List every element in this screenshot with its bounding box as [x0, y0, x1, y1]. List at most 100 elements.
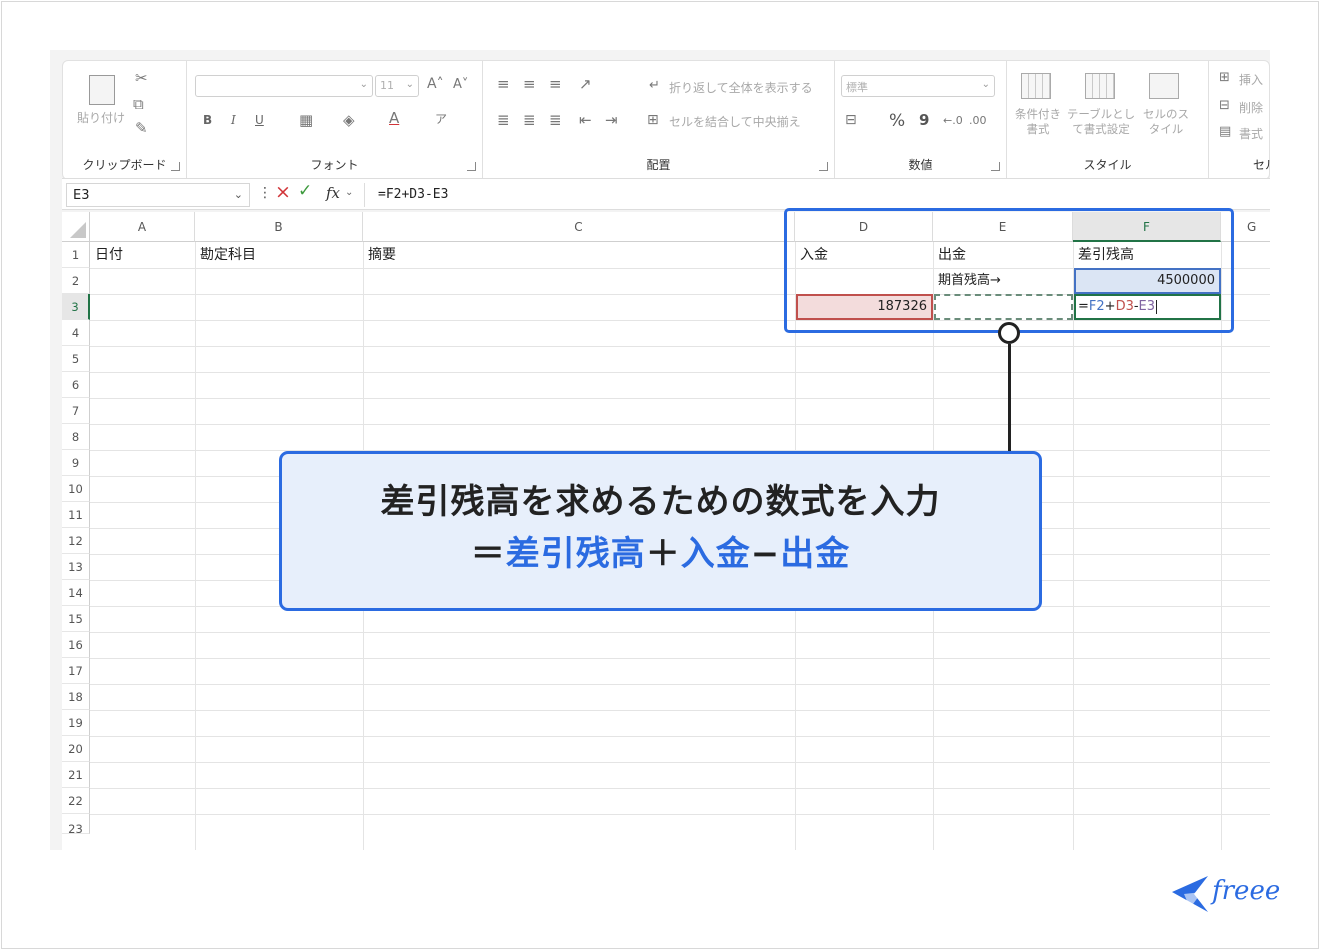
paste-icon[interactable]: [89, 75, 115, 105]
gridline: [90, 372, 1270, 373]
comma-button[interactable]: 9: [919, 111, 929, 129]
freee-logo-text: freee: [1212, 876, 1281, 906]
increase-indent-icon[interactable]: ⇥: [605, 113, 618, 128]
fx-chevron-icon[interactable]: ⌄: [345, 187, 353, 198]
delete-cells-icon[interactable]: ⊟: [1219, 99, 1230, 112]
cell-b1[interactable]: 勘定科目: [196, 242, 363, 268]
enter-icon[interactable]: ✓: [298, 183, 312, 200]
row-header[interactable]: 4: [62, 320, 90, 346]
row-header[interactable]: 10: [62, 476, 90, 502]
align-left-icon[interactable]: ≣: [497, 113, 510, 128]
row-header[interactable]: 23: [62, 814, 90, 834]
copy-icon[interactable]: ⧉: [133, 97, 144, 112]
column-header-b[interactable]: B: [195, 212, 363, 242]
cut-icon[interactable]: ✂: [135, 71, 148, 86]
gridline: [90, 346, 1270, 347]
cell-styles-icon[interactable]: [1149, 73, 1179, 99]
increase-decimal-icon[interactable]: ←.0: [943, 115, 963, 126]
name-box[interactable]: E3 ⌄: [66, 183, 250, 207]
phonetic-icon[interactable]: ア: [435, 113, 447, 125]
font-launcher-icon[interactable]: [467, 162, 476, 171]
select-all-corner[interactable]: [62, 212, 90, 242]
font-color-icon[interactable]: A: [389, 111, 399, 126]
italic-button[interactable]: I: [231, 113, 236, 127]
format-painter-icon[interactable]: ✎: [135, 121, 148, 136]
row-header-selected[interactable]: 3: [62, 294, 90, 320]
currency-icon[interactable]: ⊟: [845, 113, 857, 127]
row-header[interactable]: 6: [62, 372, 90, 398]
conditional-formatting-icon[interactable]: [1021, 73, 1051, 99]
wrap-text-button[interactable]: 折り返して全体を表示する: [669, 79, 813, 96]
borders-icon[interactable]: ▦: [299, 113, 313, 128]
row-header[interactable]: 20: [62, 736, 90, 762]
row-header[interactable]: 9: [62, 450, 90, 476]
row-header[interactable]: 14: [62, 580, 90, 606]
formula-bar: E3 ⌄ ⋮ × ✓ fx ⌄ =F2+D3-E3: [62, 178, 1270, 210]
orientation-icon[interactable]: ↗: [579, 77, 592, 92]
column-header-a[interactable]: A: [90, 212, 195, 242]
row-header[interactable]: 21: [62, 762, 90, 788]
row-header[interactable]: 15: [62, 606, 90, 632]
row-header[interactable]: 13: [62, 554, 90, 580]
callout-title: 差引残高を求めるための数式を入力: [380, 482, 941, 522]
underline-button[interactable]: U: [255, 113, 264, 127]
row-header[interactable]: 7: [62, 398, 90, 424]
decrease-indent-icon[interactable]: ⇤: [579, 113, 592, 128]
row-header[interactable]: 1: [62, 242, 90, 268]
format-as-table-button[interactable]: テーブルとして書式設定: [1065, 107, 1137, 137]
callout-box: 差引残高を求めるための数式を入力 ＝差引残高＋入金−出金: [279, 451, 1042, 611]
row-header[interactable]: 17: [62, 658, 90, 684]
align-center-icon[interactable]: ≣: [523, 113, 536, 128]
gridline: [90, 788, 1270, 789]
decrease-decimal-icon[interactable]: .00: [969, 115, 987, 126]
font-name-dropdown[interactable]: ⌄: [195, 75, 373, 97]
row-header[interactable]: 19: [62, 710, 90, 736]
align-top-icon[interactable]: ≡: [497, 77, 510, 92]
format-cells-button[interactable]: 書式: [1239, 125, 1263, 142]
format-cells-icon[interactable]: ▤: [1219, 125, 1231, 138]
gridline: [1221, 242, 1222, 850]
alignment-launcher-icon[interactable]: [819, 162, 828, 171]
clipboard-group-title: クリップボード: [82, 158, 167, 172]
insert-cells-icon[interactable]: ⊞: [1219, 71, 1230, 84]
formula-bar-grip[interactable]: ⋮: [258, 185, 272, 201]
insert-function-icon[interactable]: fx: [326, 184, 340, 202]
grow-font-icon[interactable]: A˄: [427, 77, 444, 91]
formula-input[interactable]: =F2+D3-E3: [378, 187, 448, 202]
formula-divider: [364, 183, 365, 207]
merge-center-icon[interactable]: ⊞: [647, 113, 659, 127]
number-group-title: 数値: [908, 158, 933, 172]
delete-cells-button[interactable]: 削除: [1239, 99, 1263, 116]
bold-button[interactable]: B: [203, 113, 212, 127]
wrap-text-icon[interactable]: ↵: [649, 79, 660, 92]
number-launcher-icon[interactable]: [991, 162, 1000, 171]
row-header[interactable]: 12: [62, 528, 90, 554]
align-middle-icon[interactable]: ≡: [523, 77, 536, 92]
fill-color-icon[interactable]: ◈: [343, 113, 355, 128]
row-header[interactable]: 16: [62, 632, 90, 658]
clipboard-launcher-icon[interactable]: [171, 162, 180, 171]
cancel-icon[interactable]: ×: [275, 183, 291, 202]
shrink-font-icon[interactable]: A˅: [453, 78, 468, 91]
row-header[interactable]: 22: [62, 788, 90, 814]
percent-button[interactable]: %: [889, 111, 905, 131]
row-header[interactable]: 8: [62, 424, 90, 450]
cell-styles-button[interactable]: セルのスタイル: [1141, 107, 1191, 137]
row-header[interactable]: 5: [62, 346, 90, 372]
conditional-formatting-button[interactable]: 条件付き書式: [1013, 107, 1063, 137]
row-header[interactable]: 2: [62, 268, 90, 294]
merge-center-button[interactable]: セルを結合して中央揃え: [669, 113, 801, 130]
connector-dot: [998, 322, 1020, 344]
cell-a1[interactable]: 日付: [91, 242, 195, 268]
column-header-c[interactable]: C: [363, 212, 795, 242]
align-bottom-icon[interactable]: ≡: [549, 77, 562, 92]
font-size-dropdown[interactable]: 11 ⌄: [375, 75, 419, 97]
row-header[interactable]: 18: [62, 684, 90, 710]
gridline: [90, 398, 1270, 399]
insert-cells-button[interactable]: 挿入: [1239, 71, 1263, 88]
row-header[interactable]: 11: [62, 502, 90, 528]
number-format-dropdown[interactable]: 標準 ⌄: [841, 75, 995, 97]
cell-c1[interactable]: 摘要: [364, 242, 795, 268]
format-as-table-icon[interactable]: [1085, 73, 1115, 99]
align-right-icon[interactable]: ≣: [549, 113, 562, 128]
